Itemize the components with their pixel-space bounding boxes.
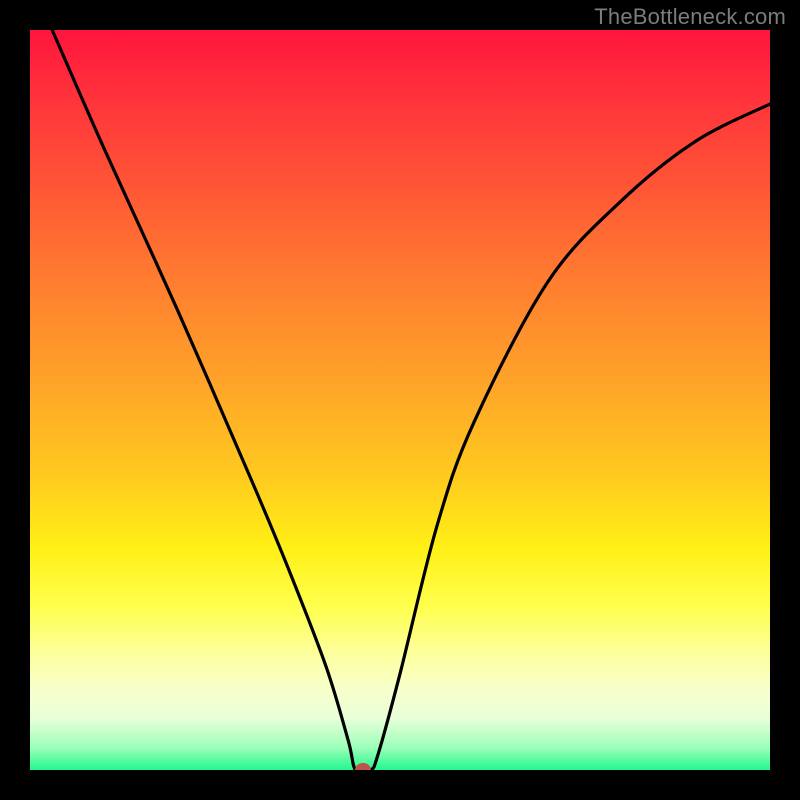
plot-area xyxy=(30,30,770,770)
optimum-marker xyxy=(355,763,371,770)
bottleneck-curve xyxy=(52,30,770,770)
watermark-text: TheBottleneck.com xyxy=(594,4,786,30)
curve-svg xyxy=(30,30,770,770)
chart-frame: TheBottleneck.com xyxy=(0,0,800,800)
